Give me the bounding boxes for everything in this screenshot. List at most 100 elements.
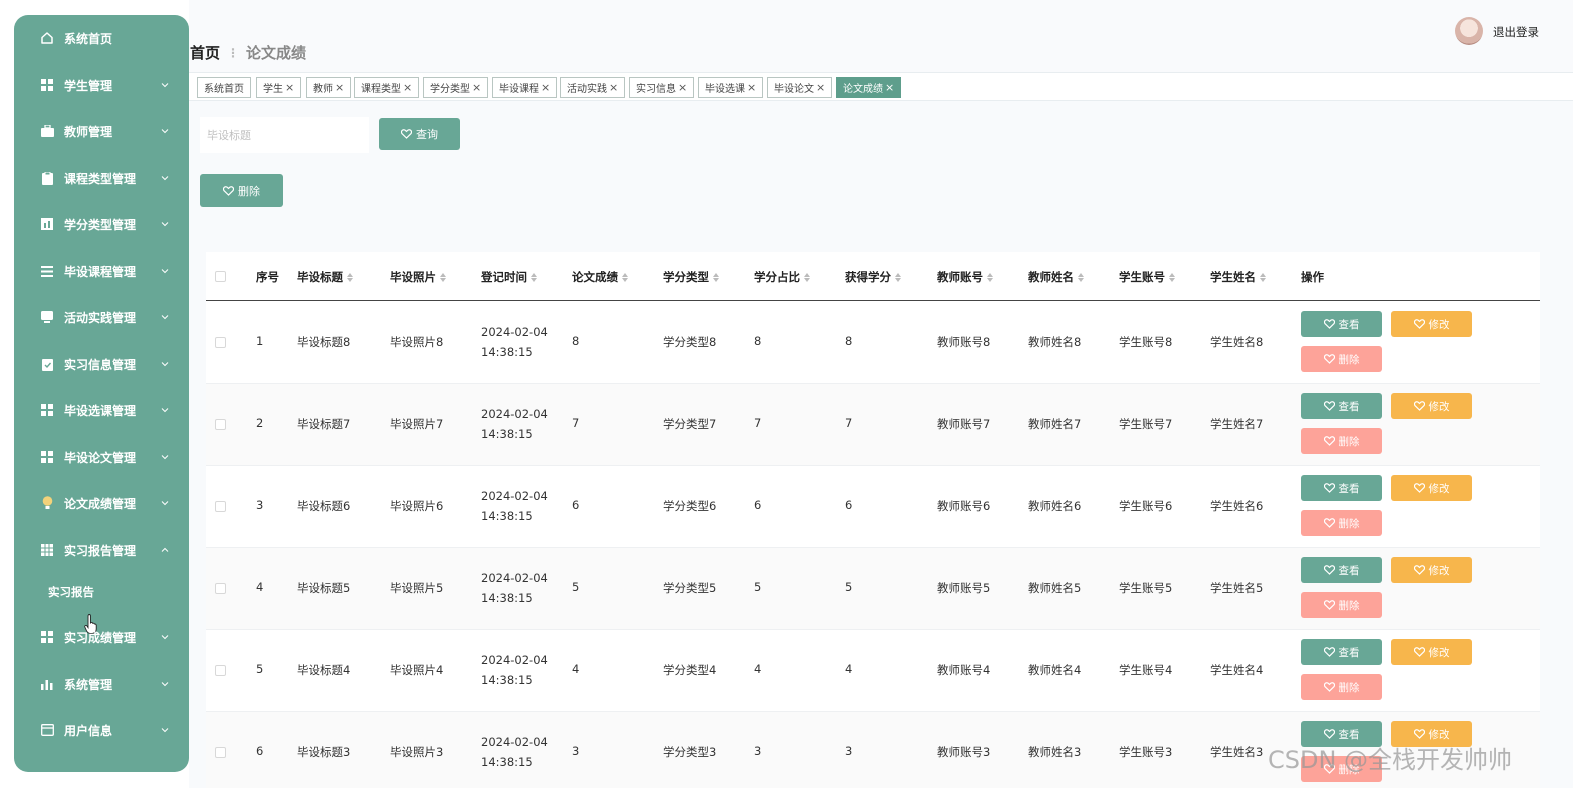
close-icon[interactable]: ×: [678, 81, 687, 94]
cell-student-account: 学生账号6: [1119, 499, 1173, 513]
tag-thesis-papers[interactable]: 毕设论文 ×: [767, 77, 833, 98]
close-icon[interactable]: ×: [472, 81, 481, 94]
tag-students[interactable]: 学生 ×: [256, 77, 302, 98]
sort-icon[interactable]: [895, 272, 901, 282]
edit-button[interactable]: 修改: [1391, 557, 1472, 583]
column-header-credit[interactable]: 获得学分: [845, 269, 901, 285]
close-icon[interactable]: ×: [285, 81, 294, 94]
row-checkbox[interactable]: [215, 665, 226, 676]
grid-icon: [40, 630, 54, 644]
row-checkbox[interactable]: [215, 583, 226, 594]
column-header-photo[interactable]: 毕设照片: [390, 269, 446, 285]
column-header-title[interactable]: 毕设标题: [297, 269, 353, 285]
column-header-index: 序号: [256, 270, 279, 284]
row-checkbox[interactable]: [215, 501, 226, 512]
view-button[interactable]: 查看: [1301, 393, 1382, 419]
sort-icon[interactable]: [987, 272, 993, 282]
sort-icon[interactable]: [804, 272, 810, 282]
bulk-delete-button[interactable]: 删除: [200, 174, 283, 207]
sidebar-item-internship-info[interactable]: 实习信息管理: [14, 344, 189, 384]
sidebar-item-students[interactable]: 学生管理: [14, 65, 189, 105]
row-checkbox[interactable]: [215, 337, 226, 348]
view-button[interactable]: 查看: [1301, 475, 1382, 501]
column-header-student-account[interactable]: 学生账号: [1119, 269, 1175, 285]
delete-button[interactable]: 删除: [1301, 510, 1382, 536]
sidebar-item-thesis-courses[interactable]: 毕设课程管理: [14, 251, 189, 291]
cell-date-time: 14:38:15: [481, 755, 533, 769]
sidebar-item-thesis-selection[interactable]: 毕设选课管理: [14, 390, 189, 430]
delete-button[interactable]: 删除: [1301, 674, 1382, 700]
sidebar-item-internship-reports[interactable]: 实习报告管理: [14, 530, 189, 570]
tag-activities[interactable]: 活动实践 ×: [560, 77, 626, 98]
tag-teachers[interactable]: 教师 ×: [306, 77, 352, 98]
tag-thesis-courses[interactable]: 毕设课程 ×: [492, 77, 558, 98]
sidebar-item-thesis-papers[interactable]: 毕设论文管理: [14, 437, 189, 477]
select-all-checkbox[interactable]: [215, 271, 226, 282]
view-button[interactable]: 查看: [1301, 639, 1382, 665]
close-icon[interactable]: ×: [541, 81, 550, 94]
column-header-teacher-name[interactable]: 教师姓名: [1028, 269, 1084, 285]
cell-title: 毕设标题4: [297, 663, 351, 677]
column-header-student-name[interactable]: 学生姓名: [1210, 269, 1266, 285]
column-header-date[interactable]: 登记时间: [481, 269, 537, 285]
view-button[interactable]: 查看: [1301, 557, 1382, 583]
search-button[interactable]: 查询: [379, 118, 460, 150]
sort-icon[interactable]: [531, 272, 537, 282]
close-icon[interactable]: ×: [747, 81, 756, 94]
tag-label: 毕设课程: [499, 84, 539, 95]
sidebar-item-activities[interactable]: 活动实践管理: [14, 297, 189, 337]
view-button[interactable]: 查看: [1301, 311, 1382, 337]
sort-icon[interactable]: [1260, 272, 1266, 282]
edit-button[interactable]: 修改: [1391, 475, 1472, 501]
avatar[interactable]: [1455, 17, 1483, 45]
column-header-credit-type[interactable]: 学分类型: [663, 269, 719, 285]
row-checkbox[interactable]: [215, 747, 226, 758]
sidebar-item-teachers[interactable]: 教师管理: [14, 111, 189, 151]
sidebar-item-credit-types[interactable]: 学分类型管理: [14, 204, 189, 244]
submenu-item-internship-report[interactable]: 实习报告: [48, 584, 94, 600]
chevron-down-icon: [161, 129, 169, 134]
edit-button[interactable]: 修改: [1391, 639, 1472, 665]
search-input[interactable]: [200, 117, 369, 153]
close-icon[interactable]: ×: [403, 81, 412, 94]
sort-icon[interactable]: [1169, 272, 1175, 282]
close-icon[interactable]: ×: [335, 81, 344, 94]
tag-thesis-selection[interactable]: 毕设选课 ×: [698, 77, 764, 98]
sidebar-item-label: 毕设课程管理: [64, 264, 137, 279]
cell-student-account: 学生账号4: [1119, 663, 1173, 677]
heart-icon: [1413, 565, 1425, 575]
close-icon[interactable]: ×: [885, 81, 894, 94]
column-header-ratio[interactable]: 学分占比: [754, 269, 810, 285]
sort-icon[interactable]: [713, 272, 719, 282]
cell-student-name: 学生姓名6: [1210, 499, 1264, 513]
sort-icon[interactable]: [347, 272, 353, 282]
tag-credit-types[interactable]: 学分类型 ×: [423, 77, 489, 98]
sidebar-item-course-types[interactable]: 课程类型管理: [14, 158, 189, 198]
logout-link[interactable]: 退出登录: [1493, 24, 1539, 40]
row-checkbox[interactable]: [215, 419, 226, 430]
view-button-label: 查看: [1338, 646, 1360, 659]
delete-button[interactable]: 删除: [1301, 592, 1382, 618]
column-header-score[interactable]: 论文成绩: [572, 269, 628, 285]
cell-credit-type: 学分类型7: [663, 417, 717, 431]
delete-button[interactable]: 删除: [1301, 346, 1382, 372]
sidebar-item-internship-scores[interactable]: 实习成绩管理: [14, 617, 189, 657]
sidebar-item-home[interactable]: 系统首页: [14, 18, 189, 58]
sidebar-item-thesis-scores[interactable]: 论文成绩管理: [14, 483, 189, 523]
tag-internship-info[interactable]: 实习信息 ×: [629, 77, 695, 98]
sidebar-item-system[interactable]: 系统管理: [14, 664, 189, 704]
edit-button[interactable]: 修改: [1391, 393, 1472, 419]
tag-course-types[interactable]: 课程类型 ×: [354, 77, 420, 98]
close-icon[interactable]: ×: [816, 81, 825, 94]
delete-button[interactable]: 删除: [1301, 428, 1382, 454]
close-icon[interactable]: ×: [609, 81, 618, 94]
breadcrumb-home[interactable]: 首页: [190, 42, 220, 63]
column-header-teacher-account[interactable]: 教师账号: [937, 269, 993, 285]
tag-thesis-scores[interactable]: 论文成绩 ×: [836, 77, 902, 98]
sort-icon[interactable]: [622, 272, 628, 282]
sort-icon[interactable]: [1078, 272, 1084, 282]
sort-icon[interactable]: [440, 272, 446, 282]
tag-home[interactable]: 系统首页: [197, 77, 251, 98]
edit-button[interactable]: 修改: [1391, 311, 1472, 337]
sidebar-item-user-info[interactable]: 用户信息: [14, 710, 189, 750]
